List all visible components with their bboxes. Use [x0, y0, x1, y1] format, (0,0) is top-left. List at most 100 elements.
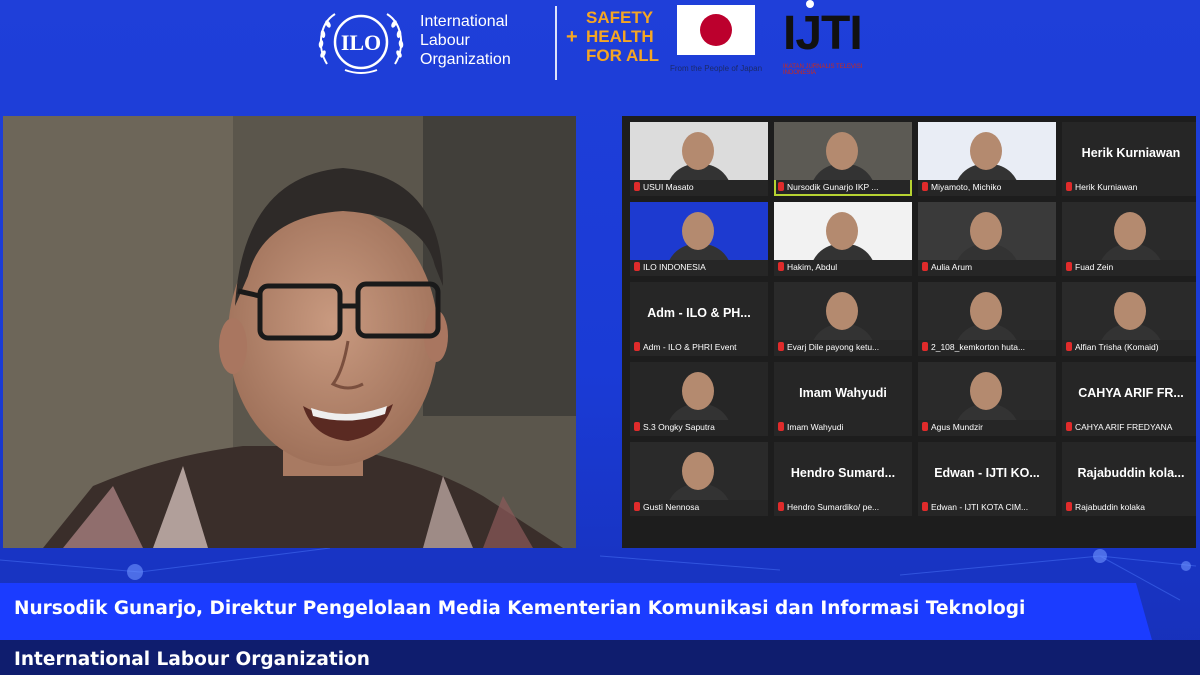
participant-tile[interactable]: Nursodik Gunarjo IKP ...: [774, 122, 912, 196]
participant-tile[interactable]: Miyamoto, Michiko: [918, 122, 1056, 196]
participant-name: Imam Wahyudi: [787, 422, 844, 432]
muted-mic-icon: [634, 262, 640, 271]
participant-tile[interactable]: Evarj Dile payong ketu...: [774, 282, 912, 356]
participant-name-placeholder: Adm - ILO & PH...: [647, 306, 751, 320]
participant-name: Evarj Dile payong ketu...: [787, 342, 880, 352]
ilo-line-3: Organization: [420, 51, 511, 68]
participant-tile[interactable]: Hendro Sumard... Hendro Sumardiko/ pe...: [774, 442, 912, 516]
participant-name: S.3 Ongky Saputra: [643, 422, 715, 432]
main-speaker-video[interactable]: [3, 116, 576, 548]
participant-name: CAHYA ARIF FREDYANA: [1075, 422, 1173, 432]
participant-video-thumbnail: [918, 362, 1056, 420]
speaker-caption: Nursodik Gunarjo, Direktur Pengelolaan M…: [14, 598, 1026, 619]
participant-video-thumbnail: [1062, 282, 1196, 340]
participant-tile[interactable]: Imam Wahyudi Imam Wahyudi: [774, 362, 912, 436]
muted-mic-icon: [778, 262, 784, 271]
japan-flag: [677, 5, 755, 55]
participant-label: Herik Kurniawan: [1066, 180, 1196, 194]
safety-line-2: HEALTH: [586, 27, 654, 46]
safety-line-3: FOR ALL: [586, 46, 660, 65]
ilo-emblem-text: ILO: [341, 30, 381, 55]
muted-mic-icon: [922, 422, 928, 431]
ilo-line-1: International: [420, 13, 509, 30]
participant-video-thumbnail: [630, 442, 768, 500]
muted-mic-icon: [778, 342, 784, 351]
lower-third-banner: Nursodik Gunarjo, Direktur Pengelolaan M…: [0, 583, 1152, 640]
safety-plus: +: [566, 26, 578, 48]
participant-label: Nursodik Gunarjo IKP ...: [778, 180, 908, 194]
participant-video-thumbnail: [774, 122, 912, 180]
participant-silhouette: [826, 292, 858, 330]
participant-video-thumbnail: [630, 122, 768, 180]
participant-silhouette: [682, 452, 714, 490]
organization-bar: International Labour Organization: [0, 640, 1200, 675]
iuti-subtitle: IKATAN JURNALIS TELEVISI INDONESIA: [783, 64, 863, 76]
participant-name: Rajabuddin kolaka: [1075, 502, 1145, 512]
muted-mic-icon: [1066, 182, 1072, 191]
participant-name-placeholder: Hendro Sumard...: [790, 466, 896, 480]
participant-label: Fuad Zein: [1066, 260, 1196, 274]
ilo-wordmark: International Labour Organization: [420, 12, 511, 69]
participant-name-placeholder: CAHYA ARIF FR...: [1078, 386, 1184, 400]
muted-mic-icon: [634, 182, 640, 191]
participant-label: ILO INDONESIA: [634, 260, 764, 274]
organization-name: International Labour Organization: [14, 649, 370, 670]
participant-name: USUI Masato: [643, 182, 694, 192]
participant-name: Aulia Arum: [931, 262, 973, 272]
safety-line-1: SAFETY: [586, 8, 654, 27]
participant-tile[interactable]: CAHYA ARIF FR... CAHYA ARIF FREDYANA: [1062, 362, 1196, 436]
header-logos: ILO International Labour Organization SA…: [0, 0, 1200, 90]
participant-tile[interactable]: Agus Mundzir: [918, 362, 1056, 436]
participant-label: Hendro Sumardiko/ pe...: [778, 500, 908, 514]
participant-silhouette: [682, 372, 714, 410]
participant-video-thumbnail: [630, 362, 768, 420]
participant-label: Evarj Dile payong ketu...: [778, 340, 908, 354]
participant-name-placeholder: Herik Kurniawan: [1081, 146, 1181, 160]
japan-caption: From the People of Japan: [669, 64, 763, 73]
participant-name: Alfian Trisha (Komaid): [1075, 342, 1159, 352]
participant-name-placeholder: Edwan - IJTI KO...: [934, 466, 1040, 480]
participant-tile[interactable]: Hakim, Abdul: [774, 202, 912, 276]
participant-name: Herik Kurniawan: [1075, 182, 1138, 192]
participant-tile[interactable]: Gusti Nennosa: [630, 442, 768, 516]
participant-name: Adm - ILO & PHRI Event: [643, 342, 737, 352]
participant-label: Edwan - IJTI KOTA CIM...: [922, 500, 1052, 514]
participant-silhouette: [970, 132, 1002, 170]
participant-tile[interactable]: Aulia Arum: [918, 202, 1056, 276]
muted-mic-icon: [922, 342, 928, 351]
iuti-logo: IJTI: [783, 7, 863, 60]
participant-name-placeholder: Imam Wahyudi: [799, 386, 887, 400]
participant-silhouette: [682, 212, 714, 250]
participant-tile[interactable]: Alfian Trisha (Komaid): [1062, 282, 1196, 356]
participant-label: CAHYA ARIF FREDYANA: [1066, 420, 1196, 434]
participant-silhouette: [1114, 212, 1146, 250]
participant-label: USUI Masato: [634, 180, 764, 194]
participant-tile[interactable]: Adm - ILO & PH... Adm - ILO & PHRI Event: [630, 282, 768, 356]
participant-silhouette: [826, 132, 858, 170]
participant-tile[interactable]: Edwan - IJTI KO... Edwan - IJTI KOTA CIM.…: [918, 442, 1056, 516]
ilo-emblem-icon: ILO: [318, 13, 404, 74]
participant-silhouette: [826, 212, 858, 250]
muted-mic-icon: [1066, 422, 1072, 431]
participant-name-placeholder: Rajabuddin kola...: [1077, 466, 1185, 480]
participant-tile[interactable]: S.3 Ongky Saputra: [630, 362, 768, 436]
participant-tile[interactable]: Herik Kurniawan Herik Kurniawan: [1062, 122, 1196, 196]
participant-label: Adm - ILO & PHRI Event: [634, 340, 764, 354]
participant-tile[interactable]: Fuad Zein: [1062, 202, 1196, 276]
participant-name: Gusti Nennosa: [643, 502, 700, 512]
participant-label: Alfian Trisha (Komaid): [1066, 340, 1196, 354]
participant-name: 2_108_kemkorton huta...: [931, 342, 1026, 352]
participant-tile[interactable]: ILO INDONESIA: [630, 202, 768, 276]
participant-video-thumbnail: [918, 122, 1056, 180]
participant-label: 2_108_kemkorton huta...: [922, 340, 1052, 354]
participant-silhouette: [970, 372, 1002, 410]
participant-label: Hakim, Abdul: [778, 260, 908, 274]
participant-tile[interactable]: 2_108_kemkorton huta...: [918, 282, 1056, 356]
participant-tile[interactable]: Rajabuddin kola... Rajabuddin kolaka: [1062, 442, 1196, 516]
participant-name: Nursodik Gunarjo IKP ...: [787, 182, 879, 192]
participant-name: ILO INDONESIA: [643, 262, 706, 272]
participant-silhouette: [682, 132, 714, 170]
muted-mic-icon: [922, 182, 928, 191]
participant-label: Gusti Nennosa: [634, 500, 764, 514]
participant-tile[interactable]: USUI Masato: [630, 122, 768, 196]
